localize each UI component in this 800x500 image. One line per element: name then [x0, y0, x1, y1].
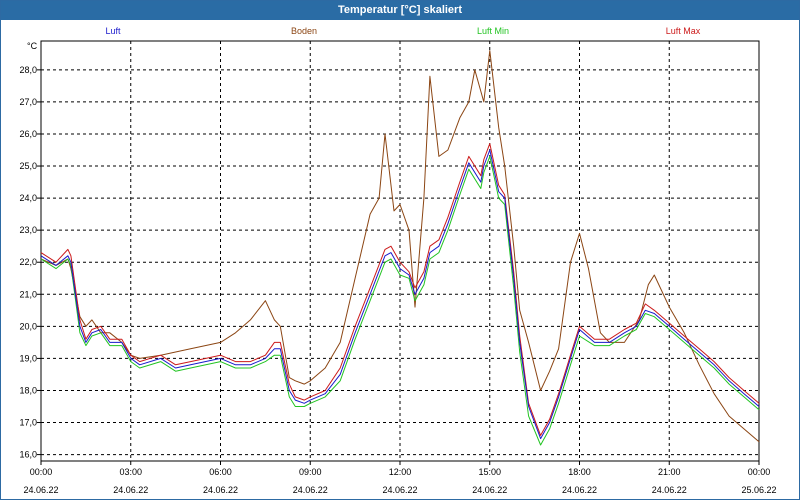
legend-entry: Luft	[105, 26, 121, 36]
y-tick-label: 20,0	[19, 321, 37, 331]
x-tick-date-label: 24.06.22	[113, 485, 148, 495]
y-tick-label: 27,0	[19, 97, 37, 107]
x-tick-date-label: 24.06.22	[293, 485, 328, 495]
x-tick-date-label: 25.06.22	[741, 485, 776, 495]
x-tick-time-label: 09:00	[299, 467, 322, 477]
y-axis: 16,0 17,0 18,0 19,0 20,0 21,0 22,0 23,0 24,0 25,0…	[19, 65, 41, 460]
x-tick-time-label: 00:00	[748, 467, 771, 477]
y-tick-label: 23,0	[19, 225, 37, 235]
chart-legend: Luft Boden Luft Min Luft Max	[105, 26, 700, 36]
x-tick-time-label: 00:00	[30, 467, 53, 477]
x-tick-time-label: 18:00	[568, 467, 591, 477]
y-tick-label: 16,0	[19, 450, 37, 460]
x-axis: 00:00 24.06.22 03:00 24.06.22 06:00 24.06.22 0…	[23, 461, 777, 495]
y-axis-unit: °C	[27, 41, 38, 51]
x-tick-time-label: 06:00	[209, 467, 232, 477]
y-tick-label: 21,0	[19, 289, 37, 299]
x-tick-date-label: 24.06.22	[382, 485, 417, 495]
x-tick-time-label: 12:00	[389, 467, 412, 477]
x-tick-date-label: 24.06.22	[203, 485, 238, 495]
y-tick-label: 26,0	[19, 129, 37, 139]
chart-window: Temperatur [°C] skaliert Luft Boden Luft M…	[0, 0, 800, 500]
temperature-chart: Luft Boden Luft Min Luft Max 16,0 17,0 18,0 19…	[19, 26, 777, 495]
x-tick-time-label: 21:00	[658, 467, 681, 477]
x-tick-date-label: 24.06.22	[652, 485, 687, 495]
y-tick-label: 17,0	[19, 418, 37, 428]
legend-entry: Luft Min	[477, 26, 509, 36]
x-tick-date-label: 24.06.22	[472, 485, 507, 495]
y-tick-label: 22,0	[19, 257, 37, 267]
y-tick-label: 28,0	[19, 65, 37, 75]
y-tick-label: 18,0	[19, 385, 37, 395]
x-tick-time-label: 15:00	[478, 467, 501, 477]
y-tick-label: 24,0	[19, 193, 37, 203]
legend-entry: Luft Max	[666, 26, 701, 36]
x-tick-time-label: 03:00	[119, 467, 142, 477]
y-tick-label: 19,0	[19, 353, 37, 363]
window-title: Temperatur [°C] skaliert	[1, 1, 799, 20]
y-tick-label: 25,0	[19, 161, 37, 171]
x-tick-date-label: 24.06.22	[23, 485, 58, 495]
x-tick-date-label: 24.06.22	[562, 485, 597, 495]
legend-entry: Boden	[291, 26, 317, 36]
